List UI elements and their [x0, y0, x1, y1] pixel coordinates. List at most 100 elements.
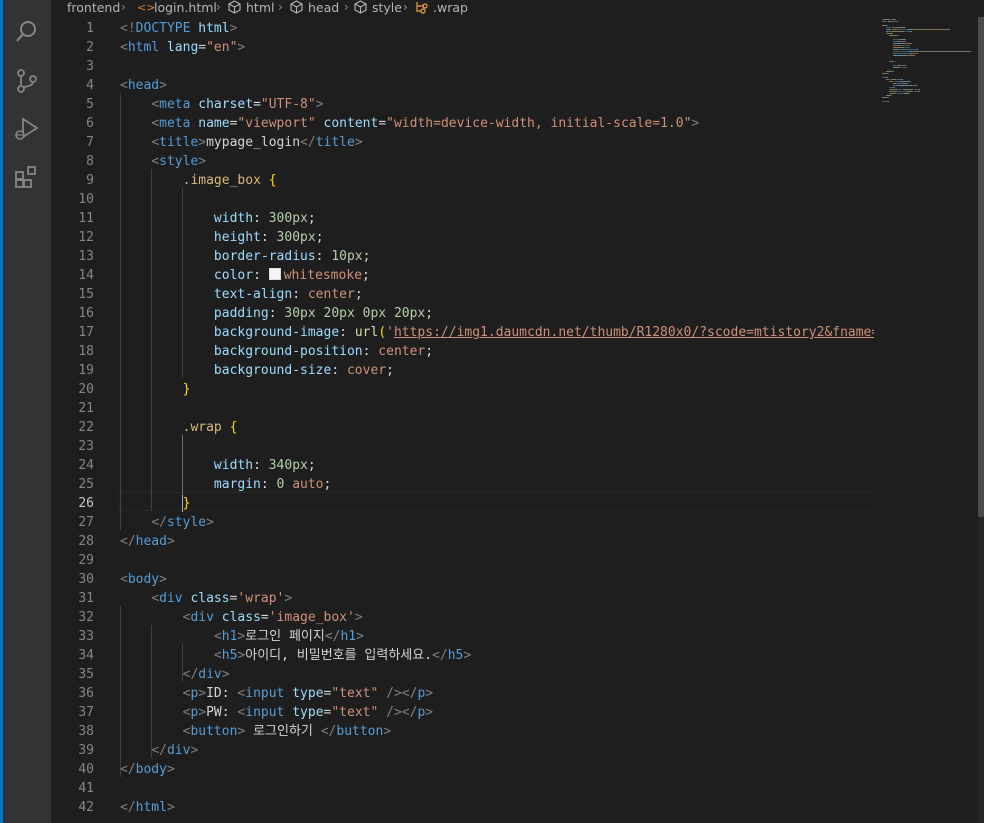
code-token: < — [151, 97, 160, 112]
code-token: </ — [151, 515, 167, 530]
code-token: > — [159, 572, 167, 587]
code-token: input — [245, 686, 285, 701]
code-line: background-image: url('https://img1.daum… — [120, 323, 874, 342]
code-token: </ — [151, 743, 167, 758]
code-token: "UTF-8" — [260, 97, 316, 112]
line-number: 4 — [86, 78, 94, 93]
search-icon[interactable] — [13, 18, 41, 46]
line-number: 30 — [78, 572, 94, 587]
minimap-line — [887, 29, 891, 30]
minimap-line — [893, 51, 907, 52]
line-number: 31 — [78, 591, 94, 606]
code-line: width: 300px; — [120, 209, 316, 228]
minimap-line — [888, 73, 889, 74]
breadcrumb-style[interactable]: style — [372, 0, 402, 15]
minimap-line — [900, 45, 909, 46]
code-token: : — [253, 211, 269, 226]
code-token: ( — [378, 325, 387, 340]
code-token: </ — [432, 648, 448, 663]
code-token: ' — [386, 325, 394, 340]
activity-bar — [3, 0, 51, 823]
source-control-icon[interactable] — [13, 67, 41, 95]
breadcrumb-folder[interactable]: frontend — [67, 0, 120, 15]
code-line: color: whitesmoke; — [120, 266, 370, 285]
code-token: input — [245, 705, 285, 720]
code-token: > — [198, 154, 207, 169]
line-number: 8 — [86, 154, 94, 169]
breadcrumb-selector[interactable]: .wrap — [433, 0, 468, 15]
minimap-line — [900, 81, 910, 82]
line-number: 11 — [78, 211, 94, 226]
breadcrumb-html[interactable]: html — [246, 0, 274, 15]
code-token: button — [190, 724, 238, 739]
code-token: > — [198, 135, 207, 150]
code-token: class — [190, 591, 230, 606]
code-token: > — [315, 97, 324, 112]
code-token: 10px — [331, 249, 363, 264]
code-editor[interactable]: 1 <!DOCTYPE html> 2 <html lang="en"> 3 4 <head… — [51, 17, 874, 823]
code-token: width — [213, 458, 254, 473]
line-number: 23 — [78, 439, 94, 454]
line-number: 3 — [86, 59, 94, 74]
minimap-line — [893, 71, 894, 72]
code-line: border-radius: 10px; — [120, 247, 371, 266]
code-token: 'image_box' — [268, 610, 355, 625]
run-debug-icon[interactable] — [13, 115, 41, 143]
code-token: { — [229, 420, 238, 435]
code-line: <meta charset="UTF-8"> — [120, 95, 324, 114]
minimap-line — [905, 39, 906, 40]
code-line: </html> — [120, 798, 175, 817]
breadcrumb-head[interactable]: head — [308, 0, 339, 15]
current-line-highlight — [118, 492, 874, 511]
minimap-line — [889, 61, 894, 62]
minimap[interactable] — [874, 17, 978, 823]
code-token: width — [213, 211, 254, 226]
code-token: height — [213, 230, 261, 245]
minimap-line — [894, 87, 895, 88]
line-number: 27 — [78, 515, 94, 530]
code-token: ; — [315, 230, 324, 245]
code-line: <style> — [120, 152, 206, 171]
code-token: </ — [300, 135, 316, 150]
chevron-right-icon: › — [344, 0, 349, 14]
vertical-scrollbar-thumb[interactable] — [978, 17, 984, 517]
code-token: https://img1.daumcdn.net/thumb/R1280x0/?… — [393, 325, 874, 340]
color-swatch-icon[interactable] — [268, 268, 281, 280]
line-number: 1 — [86, 21, 94, 36]
code-token: html — [127, 40, 160, 55]
code-token: h5 — [221, 648, 238, 663]
code-token: > — [166, 762, 175, 777]
code-token: 'wrap' — [237, 591, 285, 606]
minimap-line — [887, 79, 890, 80]
line-number: 41 — [78, 781, 94, 796]
code-line: height: 300px; — [120, 228, 324, 247]
code-line: <p>ID: <input type="text" /></p> — [120, 684, 434, 703]
code-line: } — [120, 380, 191, 399]
code-token: </ — [182, 667, 199, 682]
code-line: </div> — [120, 741, 198, 760]
code-token: /></ — [386, 686, 418, 701]
line-number: 2 — [86, 40, 94, 55]
code-token: < — [213, 648, 222, 663]
code-token: < — [151, 154, 160, 169]
code-token: 300px — [276, 230, 316, 245]
line-number: 37 — [78, 705, 94, 720]
breadcrumb-file[interactable]: login.html — [154, 0, 217, 15]
code-token: </ — [120, 800, 136, 815]
line-number: 36 — [78, 686, 94, 701]
code-token: "width=device-width, initial-scale=1.0" — [386, 116, 692, 131]
extensions-icon[interactable] — [13, 163, 41, 191]
line-number: 21 — [78, 401, 94, 416]
code-token: background-position — [213, 344, 363, 359]
code-token: > — [354, 610, 363, 625]
